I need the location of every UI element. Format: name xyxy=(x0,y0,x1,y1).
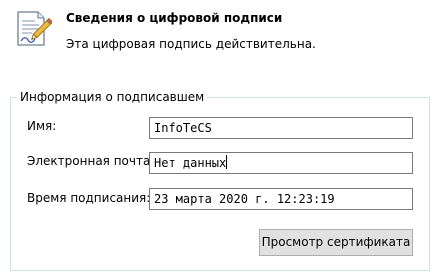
name-value: InfoTeCS xyxy=(154,121,212,135)
signing-time-label: Время подписания: xyxy=(27,191,151,205)
view-certificate-button[interactable]: Просмотр сертификата xyxy=(259,229,413,256)
signing-time-field[interactable]: 23 марта 2020 г. 12:23:19 xyxy=(149,188,413,210)
name-label: Имя: xyxy=(27,119,57,133)
signature-status-text: Эта цифровая подпись действительна. xyxy=(66,37,316,51)
signed-document-icon xyxy=(14,9,54,49)
signed-document-icon-graphic xyxy=(17,11,54,46)
email-value: Нет данных xyxy=(154,156,227,170)
text-cursor xyxy=(226,155,228,169)
digital-signature-details-dialog: { "header": { "icon": "signed-document-i… xyxy=(0,0,438,280)
name-field[interactable]: InfoTeCS xyxy=(149,117,413,139)
email-label: Электронная почта: xyxy=(27,154,155,168)
email-field[interactable]: Нет данных xyxy=(149,152,413,174)
dialog-title: Сведения о цифровой подписи xyxy=(66,11,283,25)
signer-info-legend: Информация о подписавшем xyxy=(17,90,208,104)
signing-time-value: 23 марта 2020 г. 12:23:19 xyxy=(154,192,335,206)
